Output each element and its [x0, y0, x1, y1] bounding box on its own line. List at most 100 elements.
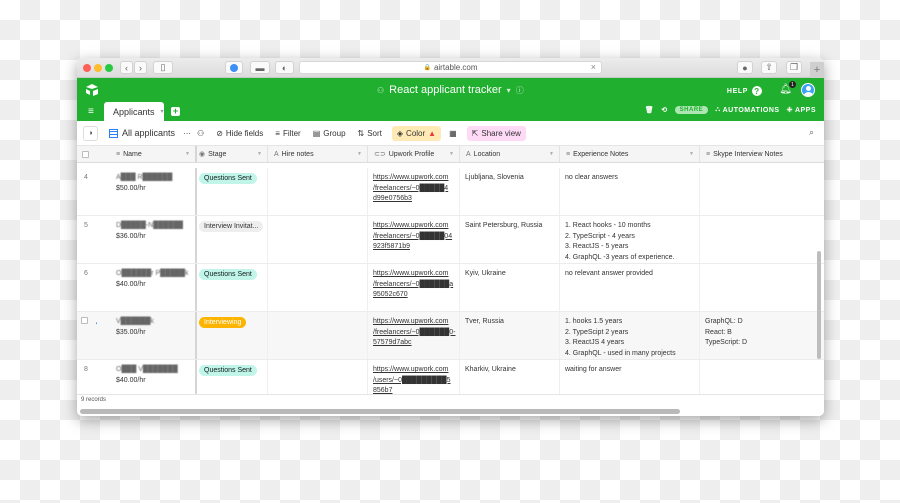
column-header-name[interactable]: ≡ Name ▼	[97, 146, 197, 162]
upwork-profile-cell[interactable]: https://www.upwork.com/freelancers/~0███…	[368, 312, 460, 359]
upwork-profile-link[interactable]: /freelancers/~0█████4	[373, 184, 454, 195]
download-icon[interactable]: ●	[737, 61, 753, 74]
add-table-button[interactable]: +	[171, 107, 180, 116]
skype-notes-cell[interactable]	[700, 264, 824, 311]
trash-icon[interactable]: 🗑︎	[645, 106, 654, 114]
upwork-profile-link[interactable]: /freelancers/~0██████a	[373, 280, 454, 291]
name-cell[interactable]: O███ V███████ $40.00/hr	[97, 360, 197, 396]
share-button[interactable]: SHARE	[674, 106, 709, 114]
privacy-icon[interactable]: ◐	[275, 61, 294, 74]
hire-notes-cell[interactable]	[268, 168, 368, 215]
chevron-down-icon[interactable]: ▼	[449, 151, 454, 157]
stage-cell[interactable]: Questions Sent	[197, 168, 268, 215]
clear-url-icon[interactable]: ×	[591, 62, 596, 72]
column-header-skype-interview-notes[interactable]: ≡ Skype Interview Notes	[700, 146, 824, 162]
experience-notes-cell[interactable]: no relevant answer provided	[560, 264, 700, 311]
chevron-down-icon[interactable]: ▼	[257, 151, 262, 157]
location-cell[interactable]: Tver, Russia	[460, 312, 560, 359]
location-cell[interactable]: Kyiv, Ukraine	[460, 264, 560, 311]
table-row[interactable]: 4 A███ R██████ $50.00/hr Questions Sent …	[77, 168, 824, 216]
upwork-profile-link[interactable]: https://www.upwork.com	[373, 221, 454, 232]
upwork-profile-link[interactable]: /freelancers/~0█████04	[373, 232, 454, 243]
name-cell[interactable]: D█████-N██████ $36.00/hr	[97, 216, 197, 263]
upwork-profile-link[interactable]: https://www.upwork.com	[373, 317, 454, 328]
forward-icon[interactable]: ›	[134, 61, 147, 74]
upwork-profile-cell[interactable]: https://www.upwork.com/freelancers/~0███…	[368, 216, 460, 263]
vertical-scrollbar[interactable]	[817, 251, 821, 359]
view-switcher[interactable]: All applicants	[109, 128, 175, 138]
skype-notes-cell[interactable]	[700, 168, 824, 215]
info-icon[interactable]: ⓘ	[516, 85, 524, 96]
history-icon[interactable]: ⟲	[661, 106, 667, 114]
location-cell[interactable]: Saint Petersburg, Russia	[460, 216, 560, 263]
collaborators-view-icon[interactable]: ⚇	[197, 129, 204, 138]
chevron-down-icon[interactable]: ▼	[549, 151, 554, 157]
chevron-down-icon[interactable]: ▼	[357, 151, 362, 157]
hire-notes-cell[interactable]	[268, 216, 368, 263]
skype-notes-cell[interactable]	[700, 216, 824, 263]
chevron-down-icon[interactable]: ▼	[185, 151, 190, 157]
table-row[interactable]: 5 D█████-N██████ $36.00/hr Interview Inv…	[77, 216, 824, 264]
location-cell[interactable]: Ljubljana, Slovenia	[460, 168, 560, 215]
skype-notes-cell[interactable]	[700, 360, 824, 396]
table-row[interactable]: ⤢ V██████k $35.00/hr Interviewing https:…	[77, 312, 824, 360]
filter-button[interactable]: ≡ Filter	[275, 129, 300, 138]
column-header-stage[interactable]: ◉ Stage ▼	[197, 146, 268, 162]
upwork-profile-link[interactable]: https://www.upwork.com	[373, 173, 454, 184]
experience-notes-cell[interactable]: 1. React hooks - 10 months 2. TypeScript …	[560, 216, 700, 263]
share-page-icon[interactable]: ⇧	[761, 61, 777, 74]
address-bar[interactable]: 🔒 airtable.com ×	[299, 61, 602, 74]
horizontal-scrollbar[interactable]	[80, 409, 680, 414]
experience-notes-cell[interactable]: 1. hooks 1.5 years 2. TypeScipt 2 years 3.…	[560, 312, 700, 359]
tabs-overview-icon[interactable]: ❐	[786, 61, 802, 74]
stage-cell[interactable]: Interviewing	[197, 312, 268, 359]
upwork-profile-link[interactable]: 95052c670	[373, 290, 454, 301]
password-manager-icon[interactable]	[225, 61, 243, 74]
name-cell[interactable]: A███ R██████ $50.00/hr	[97, 168, 197, 215]
maximize-window-button[interactable]	[105, 64, 113, 72]
row-height-icon[interactable]: ▦	[449, 129, 457, 138]
experience-notes-cell[interactable]: waiting for answer	[560, 360, 700, 396]
help-button[interactable]: HELP ?	[727, 86, 762, 96]
tab-applicants[interactable]: Applicants ▾	[104, 102, 164, 121]
experience-notes-cell[interactable]: no clear answers	[560, 168, 700, 215]
view-sidebar-toggle-icon[interactable]: ◑	[83, 125, 98, 141]
share-view-button[interactable]: ⇱ Share view	[466, 125, 526, 141]
row-select-cell[interactable]: ⤢	[77, 312, 97, 359]
airtable-logo-icon[interactable]	[85, 84, 99, 96]
minimize-window-button[interactable]	[94, 64, 102, 72]
view-more-icon[interactable]: ···	[183, 129, 191, 138]
row-checkbox[interactable]	[81, 317, 88, 324]
upwork-profile-link[interactable]: d99e0756b3	[373, 194, 454, 205]
stage-cell[interactable]: Questions Sent	[197, 264, 268, 311]
close-window-button[interactable]	[83, 64, 91, 72]
group-button[interactable]: ▤ Group	[313, 129, 346, 138]
skype-notes-cell[interactable]: GraphQL: D React: B TypeScript: D	[700, 312, 824, 359]
stage-cell[interactable]: Questions Sent	[197, 360, 268, 396]
search-icon[interactable]: ⌕	[809, 127, 814, 138]
name-cell[interactable]: V██████k $35.00/hr	[97, 312, 197, 359]
table-row[interactable]: 8 O███ V███████ $40.00/hr Questions Sent…	[77, 360, 824, 396]
upwork-profile-link[interactable]: 923f5871b9	[373, 242, 454, 253]
hire-notes-cell[interactable]	[268, 360, 368, 396]
hire-notes-cell[interactable]	[268, 312, 368, 359]
upwork-profile-cell[interactable]: https://www.upwork.com/users/~0█████████…	[368, 360, 460, 396]
upwork-profile-link[interactable]: https://www.upwork.com	[373, 365, 454, 376]
new-tab-button[interactable]: +	[810, 62, 824, 78]
chevron-down-icon[interactable]: ▼	[689, 151, 694, 157]
name-cell[interactable]: O██████r P█████k $40.00/hr	[97, 264, 197, 311]
chevron-down-icon[interactable]: ▾	[161, 108, 164, 115]
upwork-profile-cell[interactable]: https://www.upwork.com/freelancers/~0███…	[368, 168, 460, 215]
hide-fields-button[interactable]: ⊘ Hide fields	[216, 129, 263, 138]
location-cell[interactable]: Kharkiv, Ukraine	[460, 360, 560, 396]
column-header-hire-notes[interactable]: A Hire notes ▼	[268, 146, 368, 162]
sort-button[interactable]: ⇅ Sort	[358, 129, 382, 138]
extension-icon[interactable]: ▬	[250, 61, 270, 74]
color-button[interactable]: ◈ Color ▲	[391, 125, 442, 141]
column-header-upwork-profile[interactable]: ⊂⊃ Upwork Profile ▼	[368, 146, 460, 162]
column-header-location[interactable]: A Location ▼	[460, 146, 560, 162]
stage-cell[interactable]: Interview Invitat...	[197, 216, 268, 263]
avatar[interactable]	[801, 83, 815, 97]
base-title[interactable]: ⚇ React applicant tracker ▾ ⓘ	[377, 84, 524, 96]
upwork-profile-link[interactable]: 57579d7abc	[373, 338, 454, 349]
